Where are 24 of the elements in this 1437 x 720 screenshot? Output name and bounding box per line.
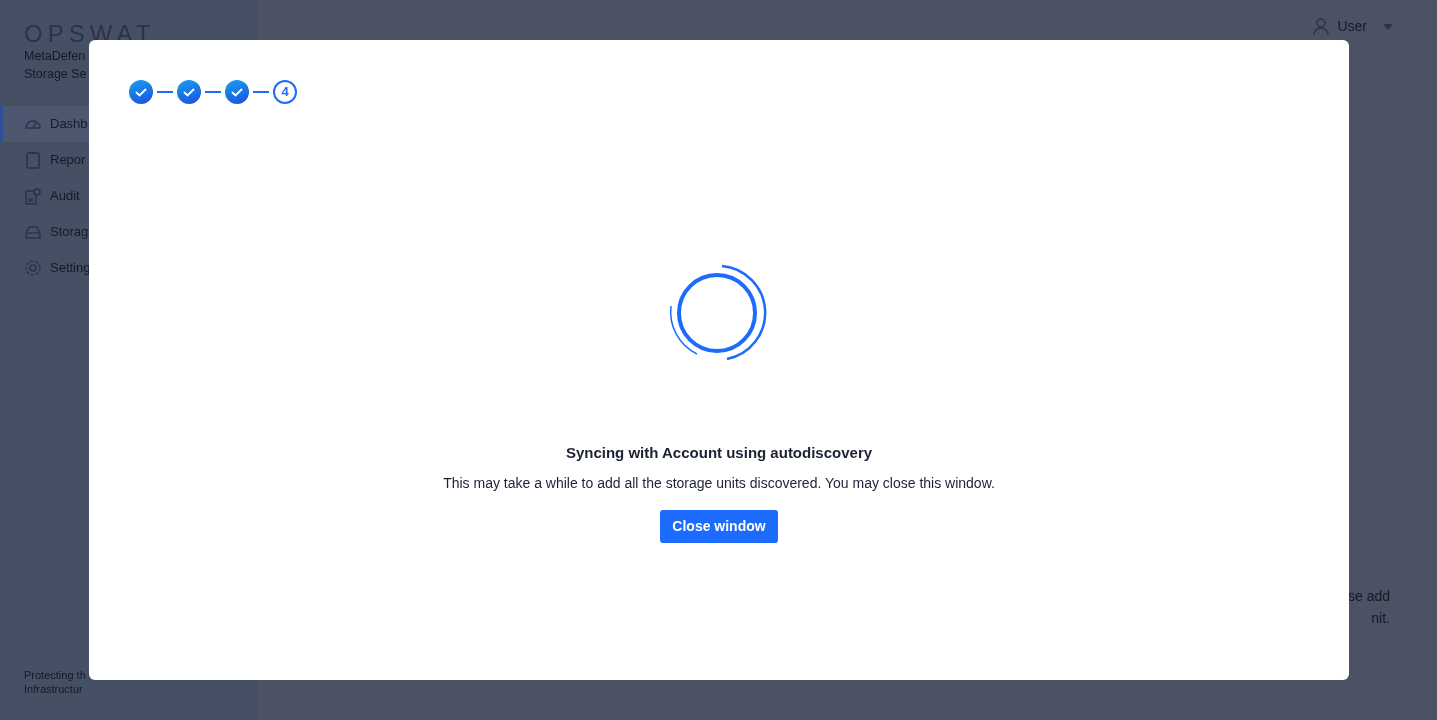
background-text: se add nit. xyxy=(1346,587,1390,628)
step-current: 4 xyxy=(273,80,297,104)
document-icon xyxy=(24,187,42,205)
check-icon xyxy=(135,87,147,97)
modal-title: Syncing with Account using autodiscovery xyxy=(564,443,874,463)
modal-message: This may take a while to add all the storage units discovered. You may close this window. xyxy=(442,473,996,493)
check-icon xyxy=(183,87,195,97)
caret-icon xyxy=(1383,23,1393,30)
product-name: Storage Se xyxy=(23,66,88,82)
clipboard-icon xyxy=(24,151,42,169)
step-connector xyxy=(253,91,269,93)
check-icon xyxy=(231,87,243,97)
user-menu[interactable]: User xyxy=(1337,16,1393,37)
drive-icon xyxy=(24,223,42,241)
product-name: MetaDefen xyxy=(23,48,87,64)
step-connector xyxy=(157,91,173,93)
step-connector xyxy=(205,91,221,93)
sidebar-item[interactable]: Repor xyxy=(0,142,258,178)
sidebar-item[interactable]: Storag xyxy=(0,214,258,250)
close-window-button[interactable]: Close window xyxy=(660,509,778,543)
sidebar-item[interactable]: Audit xyxy=(0,178,258,214)
footer-text: Infrastructur xyxy=(23,682,84,696)
settings-icon xyxy=(24,259,42,277)
user-icon xyxy=(1313,17,1330,36)
